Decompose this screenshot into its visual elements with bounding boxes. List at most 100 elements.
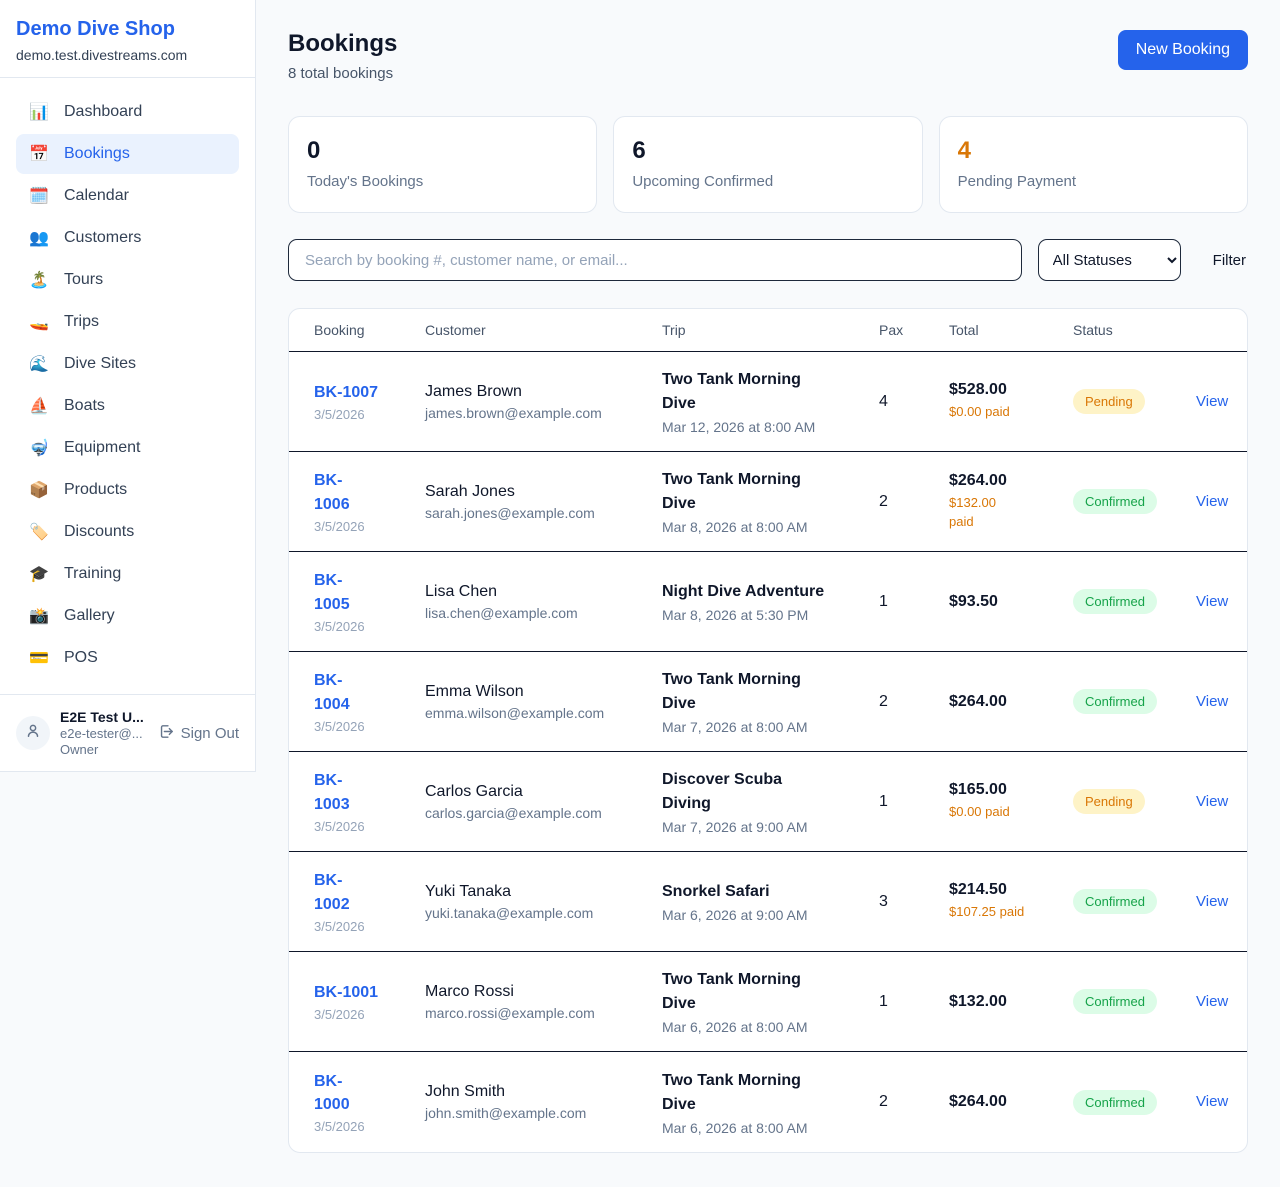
booking-id-link[interactable]: BK-1001	[314, 981, 378, 1004]
sidebar-item-pos[interactable]: 💳 POS	[16, 638, 239, 678]
customer-name: John Smith	[425, 1083, 627, 1101]
sidebar-item-label: Trips	[64, 313, 99, 331]
pax-cell: 2	[854, 1079, 924, 1125]
view-link[interactable]: View	[1196, 993, 1228, 1010]
view-link[interactable]: View	[1196, 1093, 1228, 1110]
sign-out-icon	[158, 723, 175, 744]
booking-id-link[interactable]: BK- 1005	[314, 569, 350, 615]
customer-cell: John Smith john.smith@example.com	[400, 1069, 637, 1135]
actions-cell: View	[1171, 479, 1247, 525]
booking-id-link[interactable]: BK- 1006	[314, 469, 350, 515]
sidebar-item-label: Customers	[64, 229, 141, 247]
customer-email: marco.rossi@example.com	[425, 1005, 627, 1021]
status-badge: Confirmed	[1073, 689, 1157, 714]
avatar	[16, 716, 50, 750]
status-badge: Confirmed	[1073, 489, 1157, 514]
stat-label: Upcoming Confirmed	[632, 173, 903, 190]
view-link[interactable]: View	[1196, 793, 1228, 810]
sidebar-item-trips[interactable]: 🚤 Trips	[16, 302, 239, 342]
booking-date: 3/5/2026	[314, 407, 390, 422]
sidebar-item-dashboard[interactable]: 📊 Dashboard	[16, 92, 239, 132]
stat-card-pending-payment: 4 Pending Payment	[939, 116, 1248, 213]
table-row: BK- 1000 3/5/2026 John Smith john.smith@…	[289, 1052, 1247, 1152]
status-cell: Confirmed	[1048, 1076, 1171, 1129]
view-link[interactable]: View	[1196, 693, 1228, 710]
booking-id-link[interactable]: BK- 1002	[314, 869, 350, 915]
user-block: E2E Test U... e2e-tester@... Owner Sign …	[0, 694, 255, 771]
table-header-row: Booking Customer Trip Pax Total Status	[289, 309, 1247, 352]
trip-date: Mar 6, 2026 at 9:00 AM	[662, 907, 844, 923]
customer-name: Carlos Garcia	[425, 783, 627, 801]
total-cell: $132.00	[924, 979, 1048, 1025]
spiral-calendar-icon: 🗓️	[28, 186, 50, 206]
sidebar-item-equipment[interactable]: 🤿 Equipment	[16, 428, 239, 468]
paid-amount: $0.00 paid	[949, 803, 1038, 821]
trip-cell: Two Tank Morning Dive Mar 6, 2026 at 8:0…	[637, 1055, 854, 1150]
trip-cell: Two Tank Morning Dive Mar 12, 2026 at 8:…	[637, 354, 854, 449]
booking-date: 3/5/2026	[314, 519, 390, 534]
customer-cell: Lisa Chen lisa.chen@example.com	[400, 569, 637, 635]
sailboat-icon: ⛵	[28, 396, 50, 416]
table-row: BK-1007 3/5/2026 James Brown james.brown…	[289, 352, 1247, 452]
sidebar-item-label: Products	[64, 481, 127, 499]
graduation-cap-icon: 🎓	[28, 564, 50, 584]
total-cell: $93.50	[924, 579, 1048, 625]
table-row: BK-1001 3/5/2026 Marco Rossi marco.rossi…	[289, 952, 1247, 1052]
status-cell: Pending	[1048, 775, 1171, 828]
sign-out-button[interactable]: Sign Out	[158, 723, 239, 744]
trip-name: Two Tank Morning Dive	[662, 968, 844, 1016]
speedboat-icon: 🚤	[28, 312, 50, 332]
booking-date: 3/5/2026	[314, 719, 390, 734]
trip-name: Snorkel Safari	[662, 880, 844, 904]
view-link[interactable]: View	[1196, 493, 1228, 510]
trip-cell: Night Dive Adventure Mar 8, 2026 at 5:30…	[637, 566, 854, 637]
sidebar-item-calendar[interactable]: 🗓️ Calendar	[16, 176, 239, 216]
booking-id-link[interactable]: BK- 1000	[314, 1070, 350, 1116]
view-link[interactable]: View	[1196, 593, 1228, 610]
sidebar-item-gallery[interactable]: 📸 Gallery	[16, 596, 239, 636]
total-cell: $214.50 $107.25 paid	[924, 867, 1048, 935]
table-row: BK- 1004 3/5/2026 Emma Wilson emma.wilso…	[289, 652, 1247, 752]
actions-cell: View	[1171, 979, 1247, 1025]
sidebar-item-bookings[interactable]: 📅 Bookings	[16, 134, 239, 174]
booking-cell: BK-1007 3/5/2026	[289, 367, 400, 436]
view-link[interactable]: View	[1196, 893, 1228, 910]
sidebar-item-training[interactable]: 🎓 Training	[16, 554, 239, 594]
sign-out-label: Sign Out	[181, 725, 239, 742]
sidebar-item-discounts[interactable]: 🏷️ Discounts	[16, 512, 239, 552]
sidebar-item-dive-sites[interactable]: 🌊 Dive Sites	[16, 344, 239, 384]
sidebar-nav: 📊 Dashboard 📅 Bookings 🗓️ Calendar 👥 Cus…	[0, 78, 255, 694]
pax-cell: 1	[854, 979, 924, 1025]
booking-cell: BK- 1005 3/5/2026	[289, 555, 400, 647]
column-header-status: Status	[1048, 309, 1171, 351]
pax-cell: 1	[854, 779, 924, 825]
customer-name: Lisa Chen	[425, 583, 627, 601]
booking-id-link[interactable]: BK- 1003	[314, 769, 350, 815]
island-icon: 🏝️	[28, 270, 50, 290]
stat-card-upcoming-confirmed: 6 Upcoming Confirmed	[613, 116, 922, 213]
total-amount: $264.00	[949, 1093, 1038, 1111]
status-filter-select[interactable]: All Statuses	[1038, 239, 1181, 281]
view-link[interactable]: View	[1196, 393, 1228, 410]
sidebar-item-customers[interactable]: 👥 Customers	[16, 218, 239, 258]
sidebar-item-tours[interactable]: 🏝️ Tours	[16, 260, 239, 300]
column-header-pax: Pax	[854, 309, 924, 351]
booking-id-link[interactable]: BK- 1004	[314, 669, 350, 715]
person-icon	[24, 722, 42, 745]
customer-email: yuki.tanaka@example.com	[425, 905, 627, 921]
pax-cell: 3	[854, 879, 924, 925]
sidebar-item-boats[interactable]: ⛵ Boats	[16, 386, 239, 426]
trip-date: Mar 8, 2026 at 8:00 AM	[662, 519, 844, 535]
paid-amount: $107.25 paid	[949, 903, 1038, 921]
customer-email: emma.wilson@example.com	[425, 705, 627, 721]
booking-cell: BK- 1004 3/5/2026	[289, 655, 400, 747]
filter-button[interactable]: Filter	[1211, 246, 1248, 275]
sidebar-item-products[interactable]: 📦 Products	[16, 470, 239, 510]
search-input[interactable]	[288, 239, 1022, 281]
booking-id-link[interactable]: BK-1007	[314, 381, 378, 404]
filter-row: All Statuses Filter	[288, 239, 1248, 281]
new-booking-button[interactable]: New Booking	[1118, 30, 1248, 70]
trip-cell: Snorkel Safari Mar 6, 2026 at 9:00 AM	[637, 866, 854, 937]
trip-cell: Two Tank Morning Dive Mar 7, 2026 at 8:0…	[637, 654, 854, 749]
booking-cell: BK- 1000 3/5/2026	[289, 1056, 400, 1148]
